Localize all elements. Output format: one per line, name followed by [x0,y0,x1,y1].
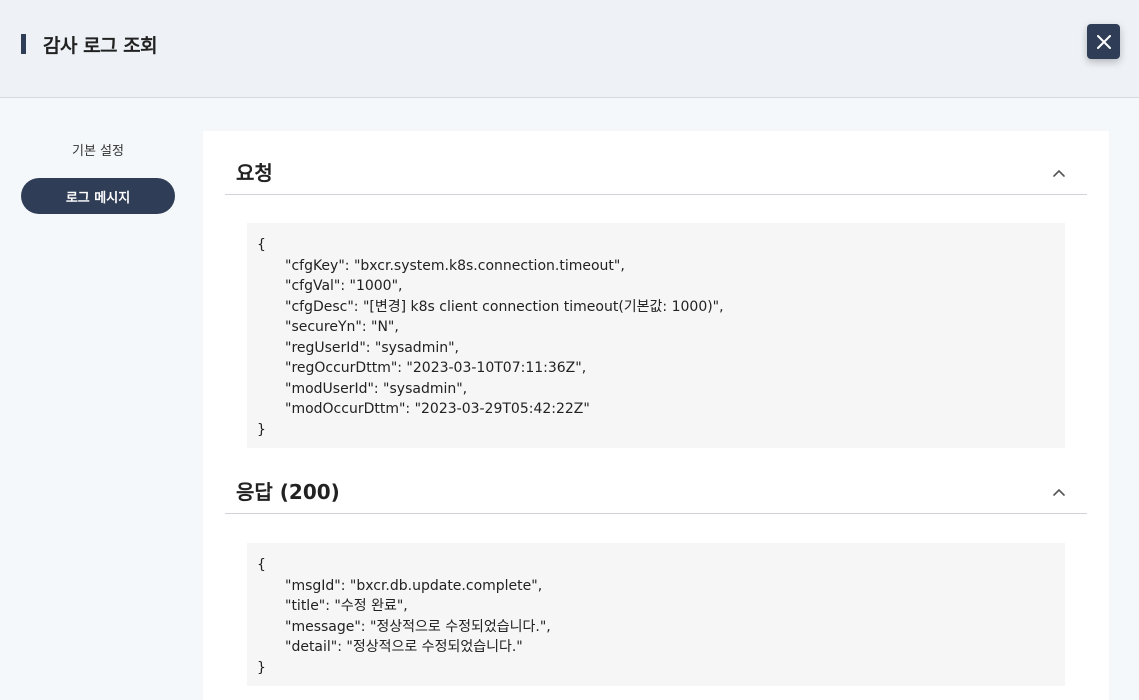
chevron-up-icon[interactable] [1049,163,1069,183]
json-line: "regUserId": "sysadmin", [285,339,459,356]
json-line: "cfgVal": "1000", [285,278,403,294]
sidebar-item-log-message[interactable]: 로그 메시지 [21,178,175,214]
request-section-title: 요청 [236,161,273,185]
close-icon [1096,34,1111,49]
json-line: "detail": "정상적으로 수정되었습니다." [285,639,523,655]
json-line: "regOccurDttm": "2023-03-10T07:11:36Z", [285,360,587,376]
json-close-brace: } [257,421,266,438]
json-open-brace: { [257,237,266,253]
json-line: "modUserId": "sysadmin", [285,380,468,397]
modal-header: 감사 로그 조회 [0,0,1139,98]
json-line: "modOccurDttm": "2023-03-29T05:42:22Z" [285,401,590,417]
json-line: "message": "정상적으로 수정되었습니다.", [285,618,551,635]
json-line: "msgId": "bxcr.db.update.complete", [285,577,543,594]
json-open-brace: { [257,557,266,573]
sidebar-item-basic-settings[interactable]: 기본 설정 [21,140,175,159]
request-json-body: { "cfgKey": "bxcr.system.k8s.connection.… [247,223,1065,448]
json-line: "cfgDesc": "[변경] k8s client connection t… [285,298,724,315]
main-content: 요청 { "cfgKey": "bxcr.system.k8s.connecti… [203,131,1109,700]
json-line: "cfgKey": "bxcr.system.k8s.connection.ti… [285,257,625,274]
chevron-up-icon[interactable] [1049,482,1069,502]
response-json-body: { "msgId": "bxcr.db.update.complete", "t… [247,543,1065,686]
json-line: "secureYn": "N", [285,319,399,335]
request-section-header[interactable]: 요청 [225,155,1087,195]
title-accent-bar [21,34,26,54]
response-section-title: 응답 (200) [236,480,340,504]
response-section-header[interactable]: 응답 (200) [225,474,1087,514]
json-line: "title": "수정 완료", [285,598,408,614]
close-button[interactable] [1087,24,1120,59]
page-title: 감사 로그 조회 [43,35,158,57]
sidebar: 기본 설정 로그 메시지 [0,98,200,700]
json-close-brace: } [257,659,266,676]
